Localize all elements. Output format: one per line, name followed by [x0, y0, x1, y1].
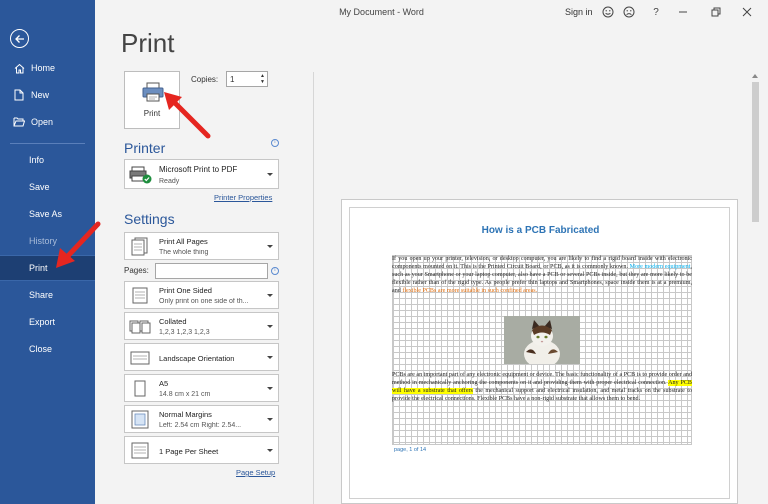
print-range-dropdown[interactable]: Print All Pages The whole thing: [124, 232, 279, 260]
paper-size-label: A5: [159, 379, 169, 388]
chevron-down-icon: [267, 418, 273, 421]
print-preview-page: How is a PCB Fabricated If you open up y…: [341, 199, 738, 504]
info-icon[interactable]: i: [271, 267, 279, 275]
chevron-down-icon: [267, 245, 273, 248]
margins-desc: Left: 2.54 cm Right: 2.54...: [159, 422, 242, 429]
minimize-icon[interactable]: [676, 5, 690, 19]
print-range-desc: The whole thing: [159, 249, 209, 256]
sidebar-item-label: Share: [29, 290, 54, 300]
collation-dropdown[interactable]: Collated 1,2,3 1,2,3 1,2,3: [124, 312, 279, 340]
margins-label: Normal Margins: [159, 410, 212, 419]
margins-dropdown[interactable]: Normal Margins Left: 2.54 cm Right: 2.54…: [124, 405, 279, 433]
sidebar-divider: [10, 143, 85, 144]
paragraph-1: If you open up your printer, television,…: [392, 255, 692, 295]
sidebar-item-home[interactable]: Home: [0, 55, 95, 81]
back-button[interactable]: [10, 29, 29, 48]
one-sided-icon: [132, 287, 148, 304]
restore-icon[interactable]: [709, 5, 723, 19]
para-text: PCBs are an important part of any electr…: [392, 372, 692, 386]
sides-label: Print One Sided: [159, 286, 212, 295]
scroll-thumb[interactable]: [752, 82, 759, 222]
arrow-left-icon: [15, 35, 24, 43]
chevron-down-icon: [267, 356, 273, 359]
sidebar-item-label: Save: [29, 182, 50, 192]
chevron-down-icon: [267, 449, 273, 452]
chevron-down-icon: [267, 294, 273, 297]
copies-label: Copies:: [191, 75, 219, 84]
printer-dropdown[interactable]: Microsoft Print to PDF Ready: [124, 159, 279, 189]
copies-value: 1: [230, 75, 235, 84]
margins-icon: [131, 410, 149, 429]
red-arrow-icon: [164, 92, 211, 139]
folder-open-icon: [13, 116, 25, 128]
pages-per-sheet-dropdown[interactable]: 1 Page Per Sheet: [124, 436, 279, 464]
sidebar-item-label: Info: [29, 155, 45, 165]
sidebar-item-label: Close: [29, 344, 53, 354]
scroll-up-icon[interactable]: [752, 74, 758, 78]
settings-heading: Settings: [124, 211, 175, 227]
pages-input[interactable]: [155, 263, 268, 279]
sidebar-item-share[interactable]: Share: [0, 282, 95, 308]
sides-desc: Only print on one side of th...: [159, 298, 249, 305]
sidebar-item-label: Home: [31, 63, 56, 73]
page-border: How is a PCB Fabricated If you open up y…: [349, 207, 730, 499]
collation-desc: 1,2,3 1,2,3 1,2,3: [159, 329, 210, 336]
page-setup-link[interactable]: Page Setup: [236, 468, 275, 477]
title-bar: My Document - Word Sign in ?: [95, 0, 768, 24]
printer-name: Microsoft Print to PDF: [159, 165, 238, 174]
red-arrow-icon: [56, 221, 101, 268]
paper-size-icon: [134, 380, 146, 397]
sidebar-item-label: Export: [29, 317, 56, 327]
paper-size-desc: 14.8 cm x 21 cm: [159, 391, 211, 398]
close-icon[interactable]: [740, 5, 754, 19]
printer-ready-icon: [129, 166, 152, 184]
para-highlight-orange: flexible PCBs are more suitable in such …: [402, 288, 538, 294]
sidebar-item-export[interactable]: Export: [0, 309, 95, 335]
para-highlight-blue: More modern equipment: [629, 264, 691, 270]
page-per-sheet-icon: [131, 442, 149, 459]
paragraph-2: PCBs are an important part of any electr…: [392, 371, 692, 403]
sidebar-item-open[interactable]: Open: [0, 109, 95, 135]
page-indicator: page, 1 of 14: [394, 447, 427, 453]
sidebar-item-label: Print: [29, 263, 48, 273]
printer-properties-link[interactable]: Printer Properties: [214, 193, 272, 202]
landscape-icon: [130, 351, 150, 365]
collation-label: Collated: [159, 317, 187, 326]
pages-icon: [131, 237, 148, 256]
info-icon[interactable]: i: [271, 139, 279, 147]
chevron-down-icon: [267, 173, 273, 176]
collated-icon: [129, 320, 151, 334]
copies-stepper[interactable]: 1 ▲ ▼: [226, 71, 268, 87]
paper-size-dropdown[interactable]: A5 14.8 cm x 21 cm: [124, 374, 279, 402]
orientation-label: Landscape Orientation: [159, 354, 235, 363]
sidebar-item-label: New: [31, 90, 50, 100]
orientation-dropdown[interactable]: Landscape Orientation: [124, 343, 279, 371]
frown-icon[interactable]: [622, 5, 636, 19]
pages-per-sheet-label: 1 Page Per Sheet: [159, 447, 219, 456]
printer-status: Ready: [159, 178, 180, 185]
sides-dropdown[interactable]: Print One Sided Only print on one side o…: [124, 281, 279, 309]
sidebar-item-label: Open: [31, 117, 54, 127]
pages-label: Pages:: [124, 266, 149, 275]
help-icon[interactable]: ?: [649, 5, 663, 19]
sidebar-item-save[interactable]: Save: [0, 174, 95, 200]
preview-divider: [313, 72, 314, 504]
sidebar-item-info[interactable]: Info: [0, 147, 95, 173]
document-heading: How is a PCB Fabricated: [481, 225, 600, 236]
page-title: Print: [121, 28, 175, 58]
sidebar-item-close[interactable]: Close: [0, 336, 95, 362]
preview-scrollbar[interactable]: [749, 72, 763, 504]
home-icon: [13, 62, 25, 74]
sidebar-item-new[interactable]: New: [0, 82, 95, 108]
new-doc-icon: [13, 89, 25, 101]
print-range-label: Print All Pages: [159, 237, 208, 246]
chevron-down-icon: [267, 325, 273, 328]
smile-icon[interactable]: [601, 5, 615, 19]
spin-arrows-icon[interactable]: ▲ ▼: [259, 73, 266, 85]
sign-in-link[interactable]: Sign in: [565, 7, 593, 17]
chevron-down-icon: [267, 387, 273, 390]
cat-photo: [504, 316, 580, 364]
